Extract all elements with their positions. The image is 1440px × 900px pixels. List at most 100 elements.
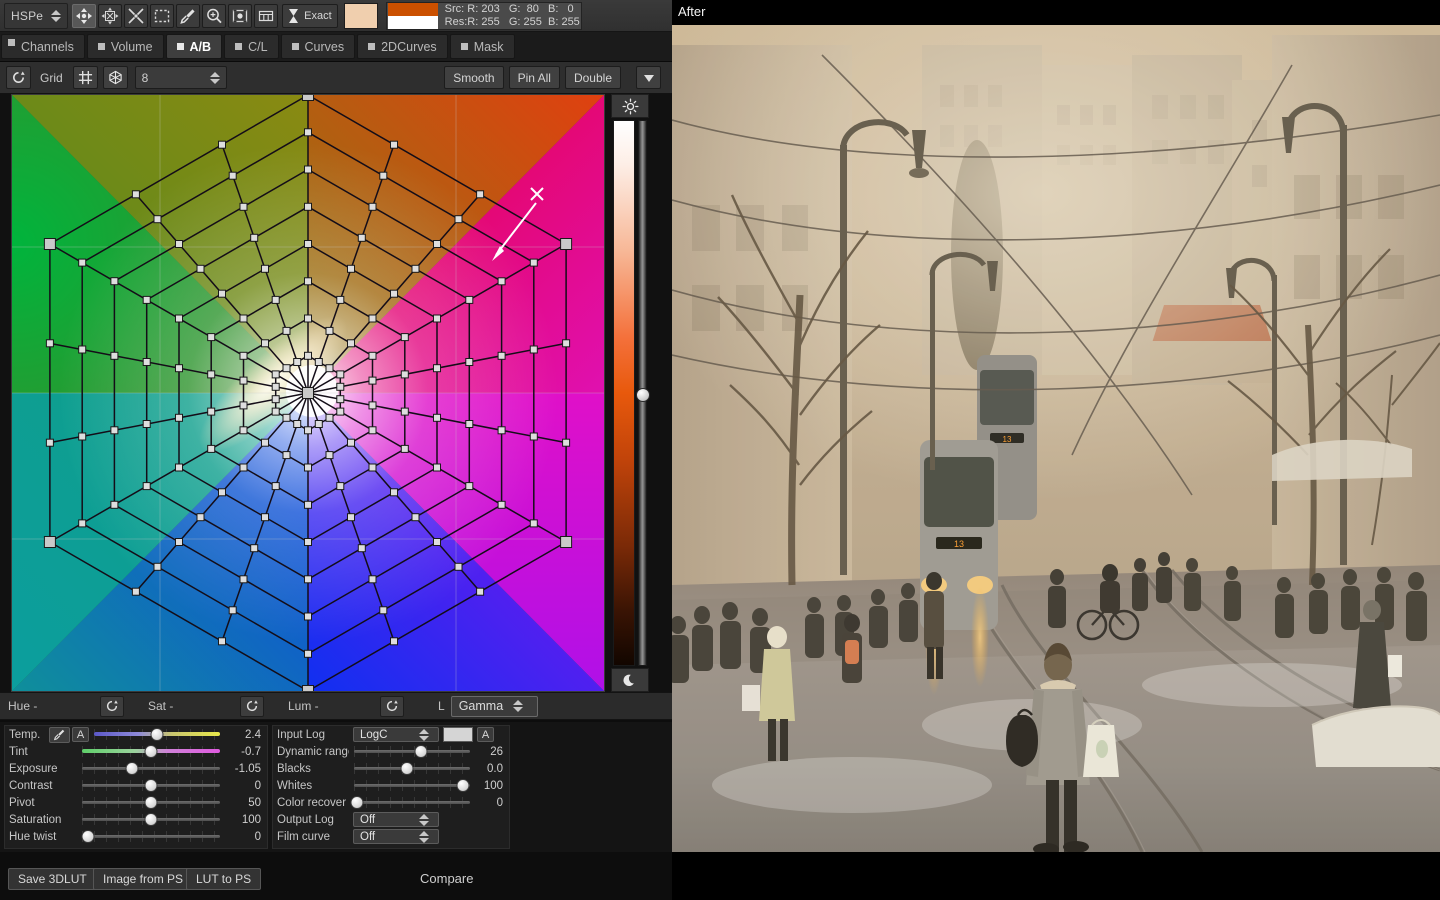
- wheel-control-point[interactable]: [562, 438, 571, 447]
- wheel-control-point[interactable]: [282, 451, 291, 460]
- wheel-control-point[interactable]: [175, 240, 183, 248]
- slider-knob[interactable]: [350, 796, 364, 809]
- wheel-control-point[interactable]: [433, 364, 441, 373]
- wheel-control-point[interactable]: [78, 258, 87, 267]
- hue-reset-button[interactable]: [100, 695, 124, 717]
- wheel-control-point[interactable]: [175, 413, 183, 422]
- wheel-control-point[interactable]: [239, 376, 248, 385]
- wheel-control-point[interactable]: [336, 382, 345, 391]
- wheel-control-point[interactable]: [368, 575, 377, 584]
- hsp-color-wheel[interactable]: [11, 94, 605, 692]
- contrast-slider[interactable]: [82, 777, 220, 794]
- wheel-control-point[interactable]: [78, 519, 87, 528]
- wheel-control-point[interactable]: [142, 482, 151, 491]
- wheel-control-point[interactable]: [110, 351, 119, 360]
- wheel-control-point[interactable]: [78, 345, 87, 354]
- temp-picker-button[interactable]: [49, 726, 70, 743]
- wheel-control-point[interactable]: [325, 364, 334, 373]
- wheel-control-point[interactable]: [357, 233, 366, 242]
- wheel-control-point[interactable]: [196, 513, 205, 522]
- input-log-swatch[interactable]: [443, 727, 473, 742]
- grid-square-button[interactable]: [72, 66, 98, 89]
- slider-knob[interactable]: [144, 779, 158, 792]
- blacks-slider[interactable]: [354, 760, 470, 777]
- wheel-control-point[interactable]: [336, 395, 345, 404]
- wheel-control-point[interactable]: [304, 240, 312, 248]
- wheel-control-point[interactable]: [336, 370, 345, 379]
- wheel-control-point[interactable]: [529, 258, 538, 267]
- grid-move-tool-button[interactable]: [98, 3, 123, 28]
- wheel-control-point[interactable]: [110, 500, 119, 509]
- smooth-button[interactable]: Smooth: [444, 66, 504, 89]
- grid-tool-button[interactable]: [254, 3, 279, 28]
- move-tool-button[interactable]: [72, 3, 97, 28]
- wheel-control-point[interactable]: [175, 463, 183, 472]
- mode-stepper-icon[interactable]: [49, 9, 63, 23]
- exact-mode-button[interactable]: Exact: [282, 3, 338, 28]
- film-curve-select[interactable]: Off: [353, 829, 439, 844]
- wheel-control-point[interactable]: [175, 364, 183, 373]
- wheel-control-point[interactable]: [304, 649, 312, 658]
- wheel-control-point[interactable]: [239, 463, 248, 472]
- film-curve-stepper-icon[interactable]: [417, 830, 431, 844]
- wheel-control-point[interactable]: [304, 575, 312, 584]
- wheel-control-point[interactable]: [228, 171, 237, 180]
- wheel-control-point[interactable]: [250, 233, 259, 242]
- tab-mask[interactable]: Mask: [449, 34, 515, 59]
- grid-size-field[interactable]: 8: [134, 66, 227, 89]
- wheel-control-point[interactable]: [218, 488, 226, 497]
- wheel-control-point[interactable]: [304, 202, 312, 211]
- wheel-control-point[interactable]: [218, 637, 226, 646]
- save-3dlut-button[interactable]: Save 3DLUT: [8, 868, 97, 890]
- wheel-control-point[interactable]: [304, 351, 312, 360]
- color-recover-slider[interactable]: [350, 794, 470, 811]
- mode-selector[interactable]: HSPe: [4, 2, 69, 29]
- wheel-control-point[interactable]: [379, 171, 388, 180]
- tab-ab[interactable]: A/B: [165, 34, 223, 59]
- wheel-control-point[interactable]: [153, 562, 162, 571]
- wheel-control-point[interactable]: [239, 314, 248, 323]
- tab-curves[interactable]: Curves: [280, 34, 356, 59]
- wheel-control-point[interactable]: [368, 426, 377, 435]
- wheel-control-point[interactable]: [218, 140, 226, 149]
- wheel-control-point[interactable]: [411, 513, 420, 522]
- wheel-control-point[interactable]: [497, 426, 506, 435]
- wheel-control-point[interactable]: [497, 500, 506, 509]
- wheel-control-point[interactable]: [400, 444, 409, 453]
- wheel-control-point[interactable]: [560, 238, 573, 250]
- slider-knob[interactable]: [400, 762, 414, 775]
- wheel-control-point[interactable]: [293, 358, 302, 366]
- wheel-control-point[interactable]: [45, 438, 54, 447]
- wheel-control-point[interactable]: [304, 426, 312, 435]
- wheel-control-point[interactable]: [336, 482, 345, 491]
- dynamic-range-slider[interactable]: [354, 743, 470, 760]
- slider-knob[interactable]: [125, 762, 139, 775]
- wheel-control-point[interactable]: [131, 190, 140, 199]
- wheel-control-point[interactable]: [400, 407, 409, 416]
- wheel-control-point[interactable]: [142, 295, 151, 304]
- wheel-control-point[interactable]: [293, 420, 302, 428]
- wheel-control-point[interactable]: [239, 575, 248, 584]
- wheel-control-point[interactable]: [304, 463, 312, 472]
- wheel-control-point[interactable]: [433, 314, 441, 323]
- slider-knob[interactable]: [456, 779, 470, 792]
- wheel-control-point[interactable]: [207, 333, 216, 342]
- tab-channels[interactable]: Channels: [1, 34, 85, 59]
- lum-reset-button[interactable]: [380, 695, 404, 717]
- wheel-control-point[interactable]: [325, 413, 334, 422]
- wheel-control-point[interactable]: [271, 370, 280, 379]
- shadows-button[interactable]: [611, 668, 649, 692]
- wheel-control-point[interactable]: [78, 432, 87, 441]
- highlights-button[interactable]: [611, 94, 649, 118]
- pin-all-button[interactable]: Pin All: [508, 66, 560, 89]
- wheel-control-point[interactable]: [390, 488, 398, 497]
- exposure-slider[interactable]: [82, 760, 220, 777]
- temp-slider[interactable]: [94, 726, 220, 743]
- output-log-stepper-icon[interactable]: [417, 813, 431, 827]
- wheel-control-point[interactable]: [131, 587, 140, 596]
- slider-knob[interactable]: [414, 745, 428, 758]
- wheel-control-point[interactable]: [454, 215, 463, 224]
- wheel-control-point[interactable]: [302, 387, 314, 399]
- wheel-control-point[interactable]: [433, 240, 441, 248]
- wheel-control-point[interactable]: [347, 264, 355, 273]
